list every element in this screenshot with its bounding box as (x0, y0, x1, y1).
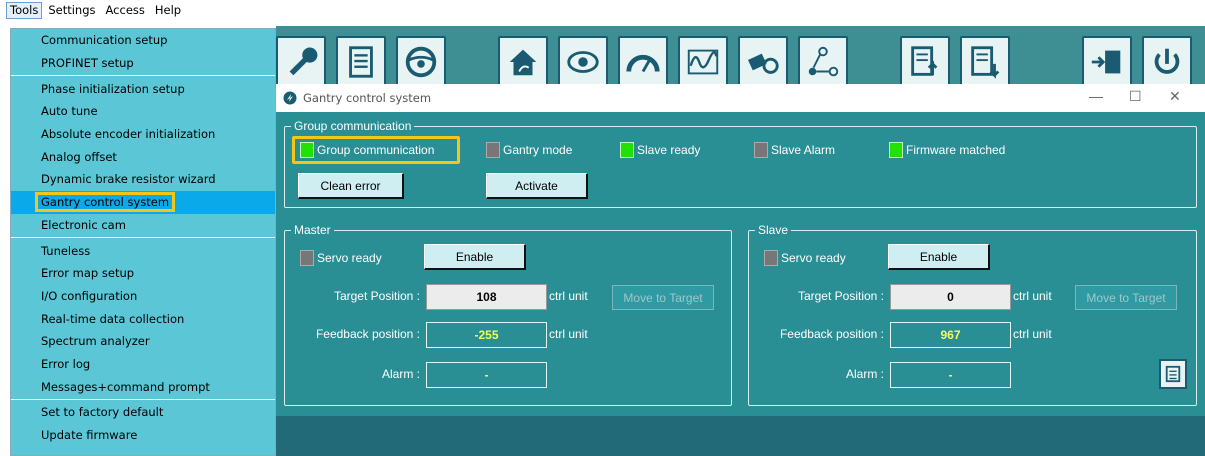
master-feedback-unit: ctrl unit (549, 327, 588, 341)
master-target-unit: ctrl unit (549, 289, 588, 303)
menu-item-spectrum-analyzer[interactable]: Spectrum analyzer (11, 330, 275, 353)
eye-icon[interactable] (558, 36, 608, 88)
status-led (486, 142, 500, 158)
menu-item-auto-tune[interactable]: Auto tune (11, 100, 275, 123)
menu-separator (11, 399, 275, 400)
slave-target-input[interactable]: 0 (890, 284, 1011, 310)
clean-error-button[interactable]: Clean error (298, 173, 404, 199)
group-communication-legend: Group communication (291, 119, 415, 133)
master-alarm-label: Alarm : (381, 367, 420, 381)
menu-item-messages-command-prompt[interactable]: Messages+command prompt (11, 375, 275, 398)
slave-target-unit: ctrl unit (1013, 289, 1052, 303)
master-feedback-label: Feedback position : (315, 327, 420, 341)
window-titlebar: Gantry control system — ☐ ✕ (276, 84, 1205, 112)
slave-alarm-label: Alarm : (845, 367, 884, 381)
master-enable-button[interactable]: Enable (424, 244, 526, 270)
status-led (620, 142, 634, 158)
slave-legend: Slave (755, 223, 792, 237)
menu-item-electronic-cam[interactable]: Electronic cam (11, 214, 275, 237)
steering-wheel-icon[interactable] (396, 36, 446, 88)
document-icon[interactable] (336, 36, 386, 88)
slave-feedback-label: Feedback position : (779, 327, 884, 341)
menu-item-i-o-configuration[interactable]: I/O configuration (11, 285, 275, 308)
slave-move-to-target-button[interactable]: Move to Target (1075, 285, 1177, 310)
menu-item-profinet-setup[interactable]: PROFINET setup (11, 52, 275, 75)
indicator-firmware-matched: Firmware matched (889, 142, 1005, 158)
menu-item-real-time-data-collection[interactable]: Real-time data collection (11, 307, 275, 330)
menu-item-gantry-control-system[interactable]: Gantry control system (11, 190, 275, 214)
indicator-slave-alarm: Slave Alarm (754, 142, 835, 158)
window-title: Gantry control system (303, 91, 432, 105)
menu-separator (11, 237, 275, 239)
menu-item-communication-setup[interactable]: Communication setup (11, 29, 275, 52)
menu-bar: Tools Settings Access Help (0, 0, 1205, 20)
highlight-box (292, 136, 460, 164)
minimize-icon[interactable]: — (1089, 88, 1103, 104)
gauge-icon[interactable] (618, 36, 668, 88)
menu-item-absolute-encoder-initialization[interactable]: Absolute encoder initialization (11, 123, 275, 146)
menu-item-error-log[interactable]: Error log (11, 353, 275, 376)
master-target-label: Target Position : (333, 289, 420, 303)
home-icon[interactable] (498, 36, 548, 88)
slave-enable-button[interactable]: Enable (888, 244, 990, 270)
menu-item-update-firmware[interactable]: Update firmware (11, 424, 275, 447)
close-icon[interactable]: ✕ (1169, 88, 1181, 105)
maximize-icon[interactable]: ☐ (1129, 88, 1142, 105)
status-led (300, 250, 314, 266)
mechanism-icon[interactable] (738, 36, 788, 88)
master-target-input[interactable]: 108 (426, 284, 547, 310)
master-alarm-value: - (426, 362, 547, 388)
waveform-icon[interactable] (678, 36, 728, 88)
power-icon[interactable] (1142, 36, 1192, 88)
master-move-to-target-button[interactable]: Move to Target (612, 285, 714, 310)
window-content: Group communication Group communication … (276, 112, 1205, 416)
master-feedback-value: -255 (426, 322, 547, 348)
indicator-gantry-mode: Gantry mode (486, 142, 572, 158)
status-led (754, 142, 768, 158)
menu-item-analog-offset[interactable]: Analog offset (11, 145, 275, 168)
menu-separator (11, 75, 275, 77)
indicator-slave-ready: Slave ready (620, 142, 700, 158)
document-up-icon[interactable] (900, 36, 950, 88)
slave-servo-ready: Servo ready (764, 250, 846, 266)
status-led (764, 250, 778, 266)
menu-access[interactable]: Access (102, 2, 149, 19)
report-icon[interactable] (1159, 359, 1187, 389)
chip-arrow-icon[interactable] (1082, 36, 1132, 88)
wrench-icon[interactable] (276, 36, 326, 88)
app-logo-icon (283, 91, 297, 105)
activate-button[interactable]: Activate (486, 173, 588, 199)
slave-target-label: Target Position : (797, 289, 884, 303)
menu-item-dynamic-brake-resistor-wizard[interactable]: Dynamic brake resistor wizard (11, 168, 275, 191)
tools-menu: Communication setup PROFINET setup Phase i… (10, 28, 276, 456)
menu-settings[interactable]: Settings (44, 2, 99, 19)
master-servo-ready: Servo ready (300, 250, 382, 266)
document-down-icon[interactable] (960, 36, 1010, 88)
slave-feedback-value: 967 (890, 322, 1011, 348)
slave-feedback-unit: ctrl unit (1013, 327, 1052, 341)
menu-item-set-to-factory-default[interactable]: Set to factory default (11, 401, 275, 424)
highlight-box: Gantry control system (35, 192, 176, 213)
menu-item-error-map-setup[interactable]: Error map setup (11, 262, 275, 285)
status-led (889, 142, 903, 158)
slave-alarm-value: - (890, 362, 1011, 388)
menu-tools[interactable]: Tools (6, 1, 43, 19)
bottom-band (276, 416, 1205, 456)
menu-item-tuneless[interactable]: Tuneless (11, 239, 275, 262)
gantry-window: Gantry control system — ☐ ✕ Group commun… (276, 84, 1205, 416)
network-icon[interactable] (798, 36, 848, 88)
master-legend: Master (291, 223, 334, 237)
menu-item-phase-initialization-setup[interactable]: Phase initialization setup (11, 77, 275, 100)
menu-help[interactable]: Help (151, 2, 185, 19)
